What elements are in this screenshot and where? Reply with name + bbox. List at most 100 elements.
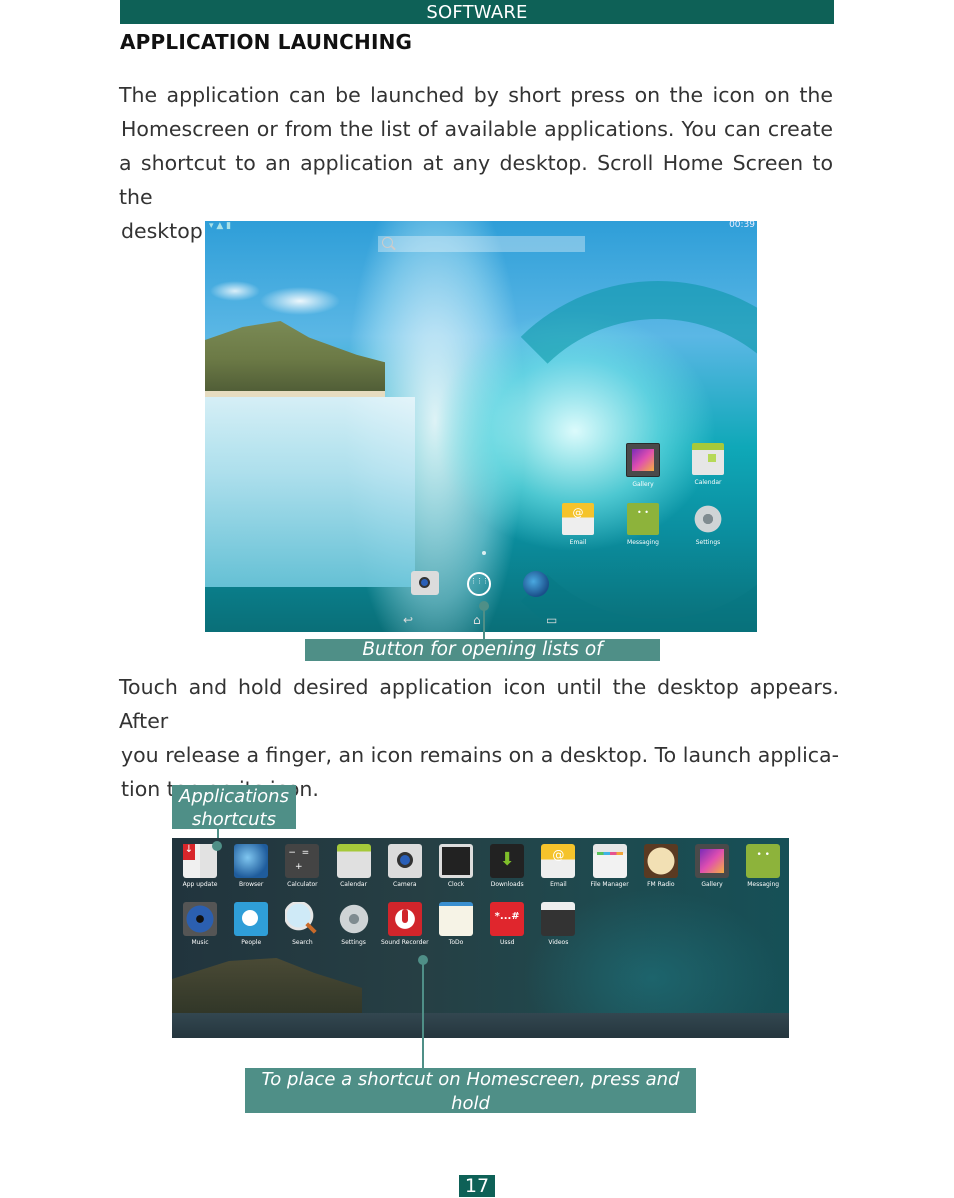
calculator-icon [285, 844, 320, 878]
navigation-bar: ↩ ⌂ ▭ [205, 610, 757, 632]
camera-icon [387, 844, 422, 878]
todo-list-icon [439, 902, 473, 936]
globe-icon [234, 844, 269, 878]
callout-app-drawer-button: Button for opening lists of applications [305, 639, 660, 682]
home-app-messaging[interactable]: Messaging [618, 503, 668, 546]
back-icon[interactable]: ↩ [403, 613, 413, 627]
app-label: Calendar [694, 479, 722, 486]
messaging-icon [627, 503, 659, 535]
search-icon [285, 902, 320, 936]
callout-place-shortcut: To place a shortcut on Homescreen, press… [245, 1068, 696, 1138]
app-list-item[interactable]: Email [533, 844, 583, 888]
app-list-item[interactable]: File Manager [585, 844, 635, 888]
app-label: Search [292, 939, 313, 946]
app-list-item[interactable]: Videos [533, 902, 583, 946]
download-icon [490, 844, 525, 878]
app-list-item[interactable]: Gallery [687, 844, 737, 888]
app-update-icon [183, 844, 217, 878]
app-list-item[interactable]: Downloads [482, 844, 532, 888]
app-label: Email [550, 881, 567, 888]
page-title: APPLICATION LAUNCHING [120, 30, 413, 54]
callout-line-2: shortcuts [192, 809, 276, 830]
callout-line-2: the one, selected in the list [347, 1117, 594, 1138]
page-indicator [482, 551, 486, 555]
ussd-icon [490, 902, 525, 936]
app-label: Settings [341, 939, 366, 946]
recent-apps-icon[interactable]: ▭ [546, 613, 557, 627]
app-list-item[interactable]: Messaging [738, 844, 788, 888]
paragraph-line: Touch and hold desired application icon … [119, 675, 839, 733]
sea-foam [205, 397, 415, 587]
app-drawer-button[interactable] [467, 572, 491, 596]
app-list-item[interactable]: ToDo [431, 902, 481, 946]
app-label: FM Radio [647, 881, 675, 888]
homescreen-screenshot: ▾ ▲ ▮ 00:39 Gallery Calendar Email Messa… [205, 221, 757, 632]
status-clock: 00:39 [729, 221, 755, 230]
app-list-item[interactable]: Search [277, 902, 327, 946]
app-list-item[interactable]: People [226, 902, 276, 946]
email-icon [562, 503, 594, 535]
app-label: Music [191, 939, 209, 946]
microphone-icon [387, 902, 422, 936]
app-list-item[interactable]: Clock [431, 844, 481, 888]
messaging-icon [746, 844, 781, 878]
home-app-settings[interactable]: Settings [683, 503, 733, 546]
app-label: Calculator [287, 881, 318, 888]
home-app-calendar[interactable]: Calendar [683, 443, 733, 486]
callout-line-1: To place a shortcut on Homescreen, press… [261, 1069, 680, 1114]
app-list-item[interactable]: Camera [380, 844, 430, 888]
app-list-item[interactable]: Settings [329, 902, 379, 946]
search-icon [382, 237, 393, 248]
app-label: Calendar [340, 881, 368, 888]
app-label: Videos [548, 939, 569, 946]
paragraph-line: you release a finger, an icon remains on… [121, 743, 839, 767]
paragraph-line: Homescreen or from the list of available… [121, 117, 833, 141]
dock-camera-icon[interactable] [411, 571, 439, 595]
clapperboard-icon [541, 902, 576, 936]
status-icons: ▾ ▲ ▮ [209, 221, 232, 231]
app-label: Messaging [627, 539, 659, 546]
home-icon[interactable]: ⌂ [473, 613, 481, 627]
calendar-icon [336, 844, 371, 878]
app-label: People [241, 939, 262, 946]
app-list-screenshot: App update Browser Calculator Calendar Camer… [172, 838, 789, 1038]
callout-pointer-line [422, 960, 424, 1068]
app-list-item[interactable]: Sound Recorder [380, 902, 430, 946]
settings-icon [692, 503, 724, 535]
app-list-item[interactable]: Calendar [329, 844, 379, 888]
settings-icon [336, 902, 371, 936]
app-label: Camera [393, 881, 417, 888]
google-search-bar[interactable] [378, 236, 585, 252]
app-label: Messaging [747, 881, 780, 888]
app-label: Downloads [490, 881, 524, 888]
app-list-item[interactable]: Calculator [277, 844, 327, 888]
app-label: Email [569, 539, 587, 546]
paragraph-line: The application can be launched by short… [119, 83, 833, 107]
page-number: 17 [459, 1175, 495, 1197]
clouds [205, 221, 385, 341]
app-label: ToDo [448, 939, 464, 946]
home-app-gallery[interactable]: Gallery [618, 443, 668, 488]
app-list-item[interactable]: Browser [226, 844, 276, 888]
email-icon [541, 844, 576, 878]
callout-pointer-line [483, 606, 485, 640]
paragraph-line: a shortcut to an application at any desk… [119, 151, 833, 209]
home-app-email[interactable]: Email [553, 503, 603, 546]
app-label: App update [182, 881, 218, 888]
calendar-icon [692, 443, 724, 475]
callout-pointer-dot [212, 841, 222, 851]
app-label: Gallery [701, 881, 723, 888]
clock-icon [439, 844, 473, 878]
water-image [172, 1013, 789, 1038]
callout-line-1: Applications [179, 786, 289, 807]
app-list-item[interactable]: Ussd [482, 902, 532, 946]
dock-globe-icon[interactable] [523, 571, 549, 597]
app-list-item[interactable]: FM Radio [636, 844, 686, 888]
gallery-icon [626, 443, 660, 477]
gallery-icon [695, 844, 729, 878]
app-label: File Manager [590, 881, 629, 888]
radio-icon [643, 844, 678, 878]
app-label: Clock [447, 881, 465, 888]
app-list-item[interactable]: Music [175, 902, 225, 946]
app-label: Gallery [632, 481, 654, 488]
